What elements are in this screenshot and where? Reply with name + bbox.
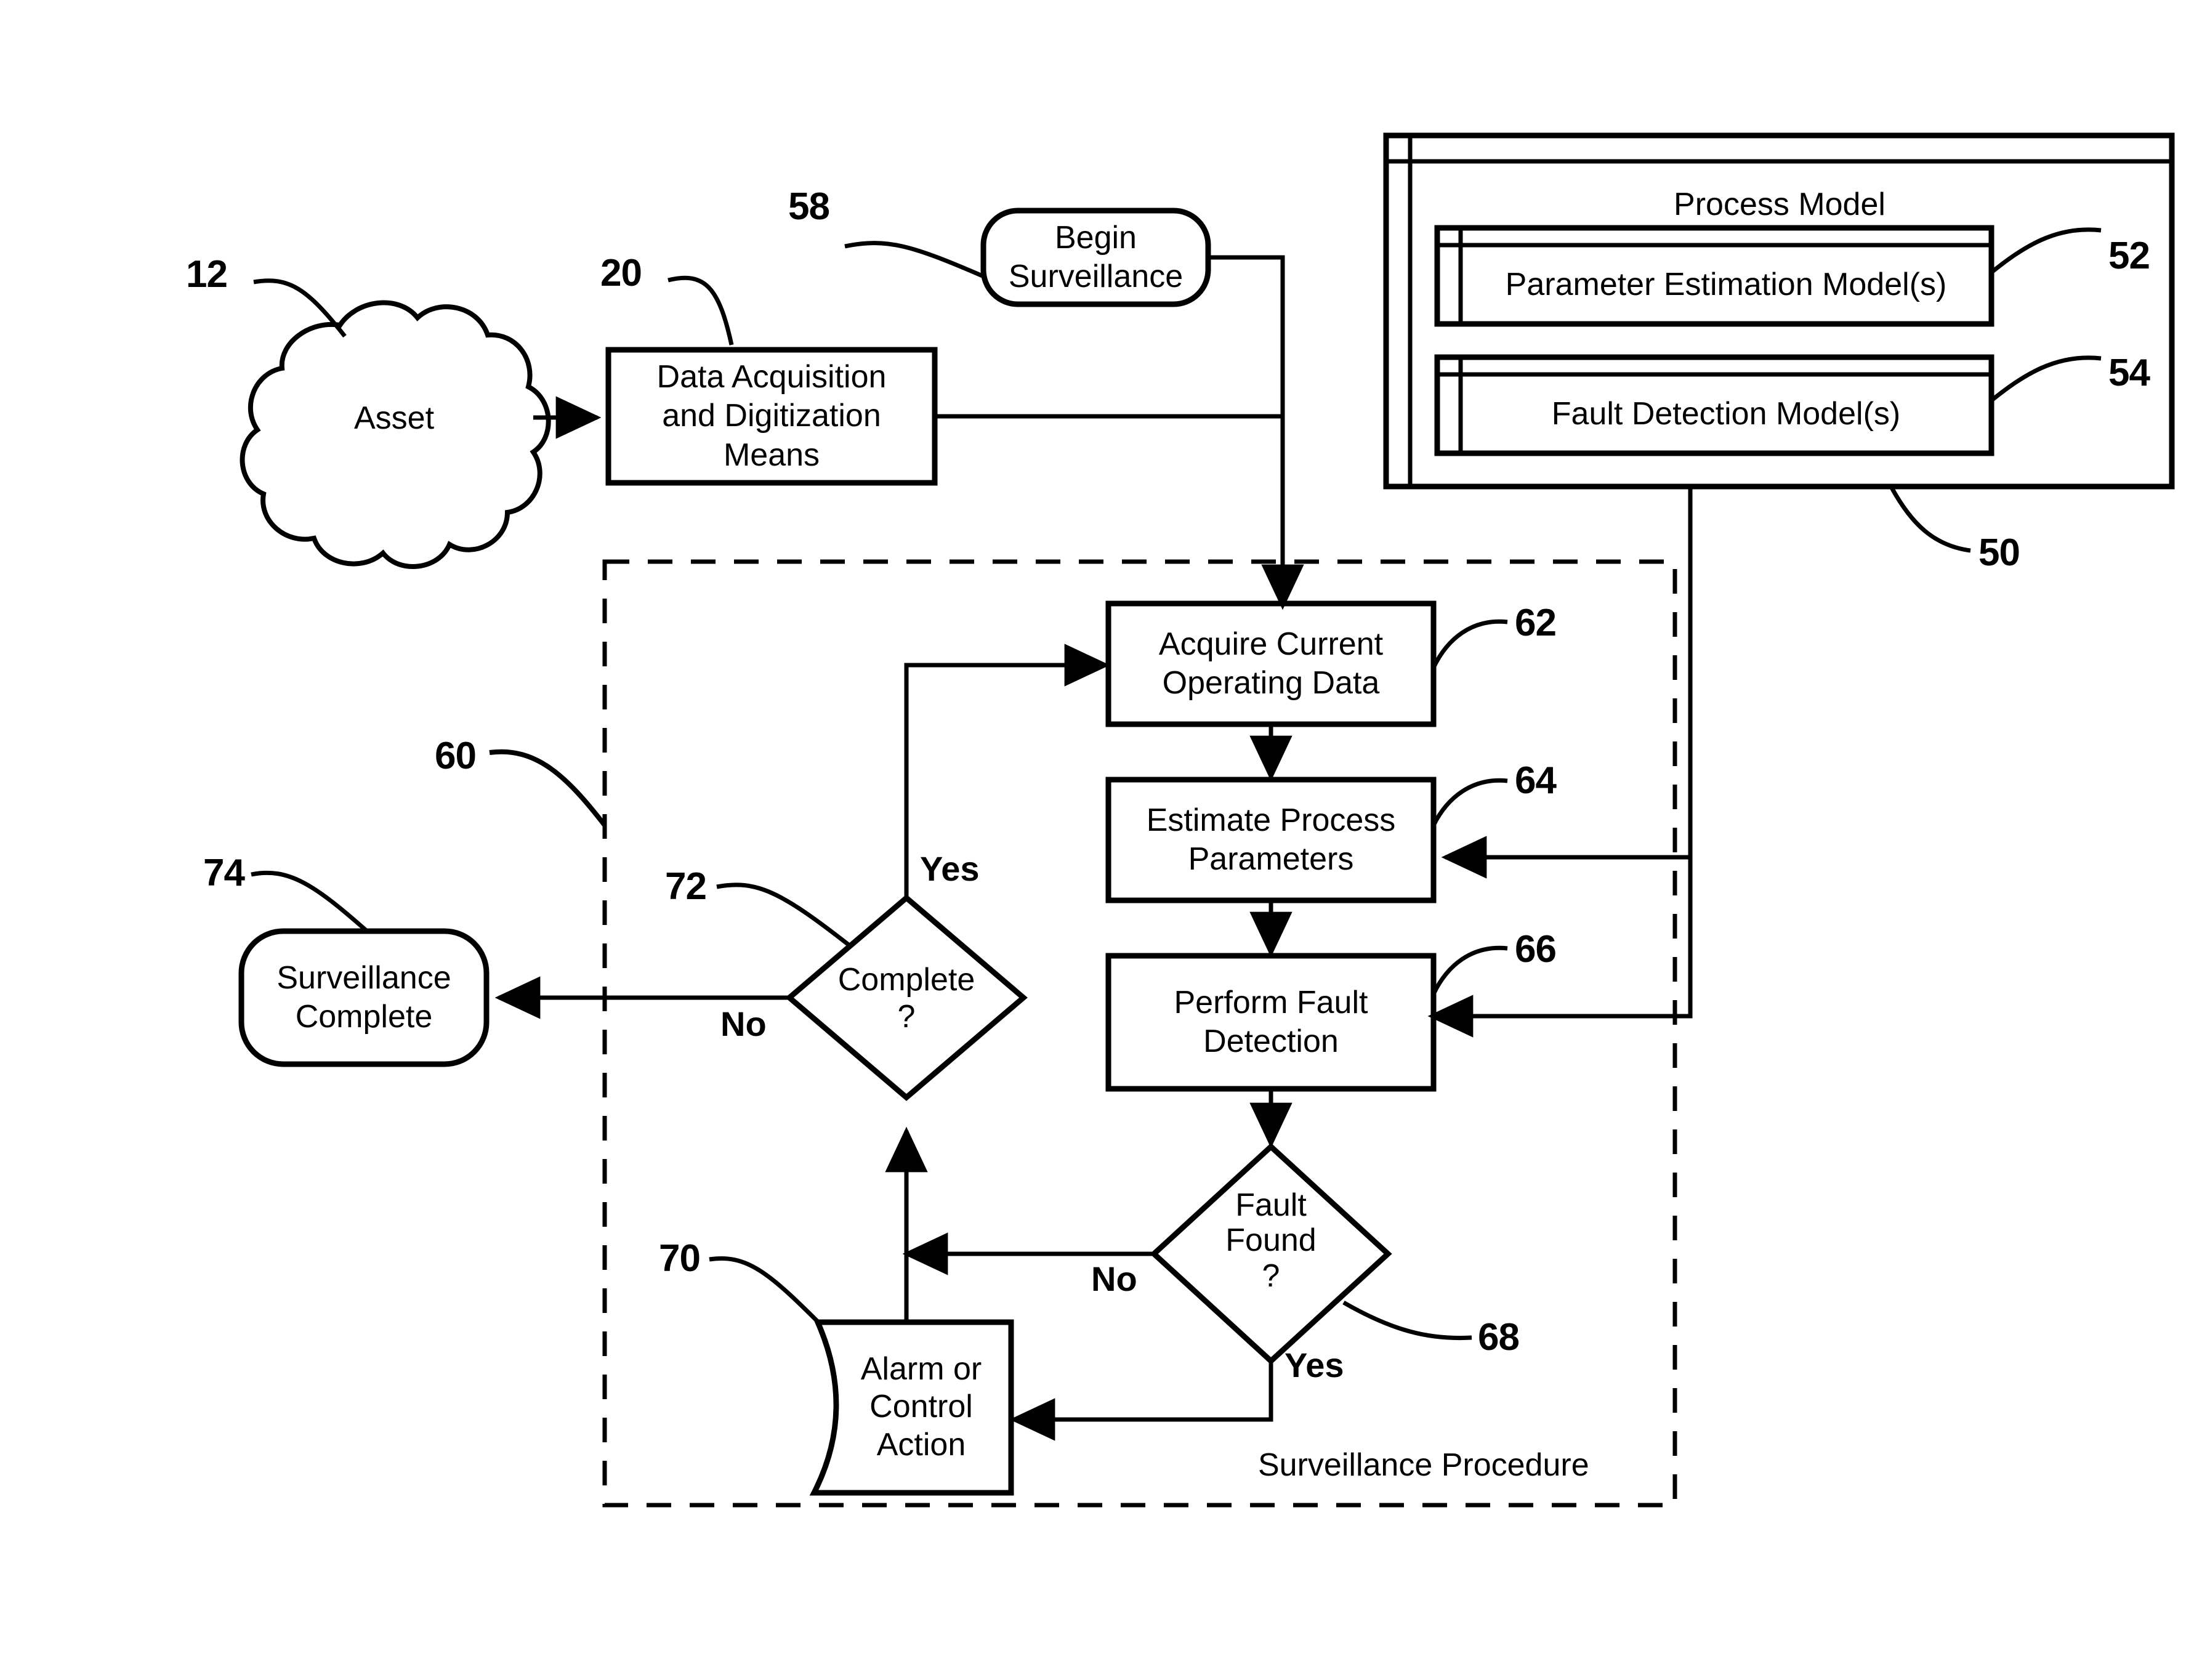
leader-50: [1889, 487, 1971, 553]
leader-12: [253, 278, 347, 338]
fault-found-diamond: [1150, 1142, 1392, 1365]
fault-detection-model-stack-lines: [1437, 357, 1991, 453]
leader-20: [667, 275, 734, 345]
ref-numeral-52: 52: [2108, 235, 2150, 277]
leader-62: [1431, 619, 1508, 669]
acquire-data-box: [1105, 600, 1437, 727]
diagram-vector-layer: [238, 132, 2175, 1508]
leader-70: [709, 1256, 822, 1326]
edge-begin-to-acquire: [1208, 255, 1304, 610]
edge-model-to-faultdetect: [1427, 857, 1693, 1038]
leader-66: [1431, 945, 1508, 995]
leader-54: [1988, 355, 2102, 403]
figure-canvas: Asset Data Acquisition and Digitization …: [0, 0, 2202, 1680]
surveillance-complete-shape: [238, 928, 490, 1067]
leader-68: [1342, 1300, 1472, 1341]
leader-52: [1988, 227, 2102, 275]
ref-numeral-70: 70: [659, 1237, 701, 1280]
fault-detection-model-outer: [1434, 354, 1994, 456]
perform-fault-detection-box: [1105, 953, 1437, 1092]
leader-58: [844, 241, 986, 280]
ref-numeral-20: 20: [600, 252, 642, 294]
ref-numeral-50: 50: [1978, 531, 2020, 574]
ref-numeral-66: 66: [1515, 928, 1557, 971]
parameter-estimation-model-stack-lines: [1437, 228, 1991, 324]
ref-numeral-68: 68: [1478, 1316, 1520, 1359]
ref-numeral-74: 74: [203, 852, 245, 894]
ref-numeral-12: 12: [186, 253, 228, 296]
process-model-outer: [1383, 132, 2175, 490]
parameter-estimation-model-outer: [1434, 225, 1994, 327]
ref-numeral-64: 64: [1515, 759, 1557, 802]
process-model-stack-lines: [1386, 135, 2172, 487]
data-acquisition-box: [605, 347, 938, 486]
leader-64: [1431, 778, 1508, 826]
leader-72: [716, 882, 850, 947]
edge-model-to-estimate: [1441, 487, 1693, 879]
edge-label-complete-no: No: [720, 1004, 767, 1043]
edge-label-fault-no: No: [1091, 1259, 1137, 1298]
ref-numeral-60: 60: [435, 735, 477, 777]
begin-surveillance-shape: [980, 208, 1211, 307]
ref-numeral-58: 58: [788, 185, 830, 228]
ref-numeral-54: 54: [2108, 352, 2150, 394]
leader-60: [489, 749, 607, 827]
edge-label-complete-yes: Yes: [920, 849, 980, 888]
ref-numeral-72: 72: [665, 865, 707, 908]
surveillance-procedure-label: Surveillance Procedure: [1258, 1447, 1589, 1483]
estimate-parameters-box: [1105, 777, 1437, 903]
ref-numeral-62: 62: [1515, 602, 1557, 644]
edge-faultfound-yes: [1009, 1361, 1273, 1441]
alarm-control-action-box: [809, 1319, 1014, 1496]
leader-74: [251, 870, 369, 933]
edge-label-fault-yes: Yes: [1284, 1346, 1344, 1384]
asset-cloud-shape: [240, 300, 551, 569]
